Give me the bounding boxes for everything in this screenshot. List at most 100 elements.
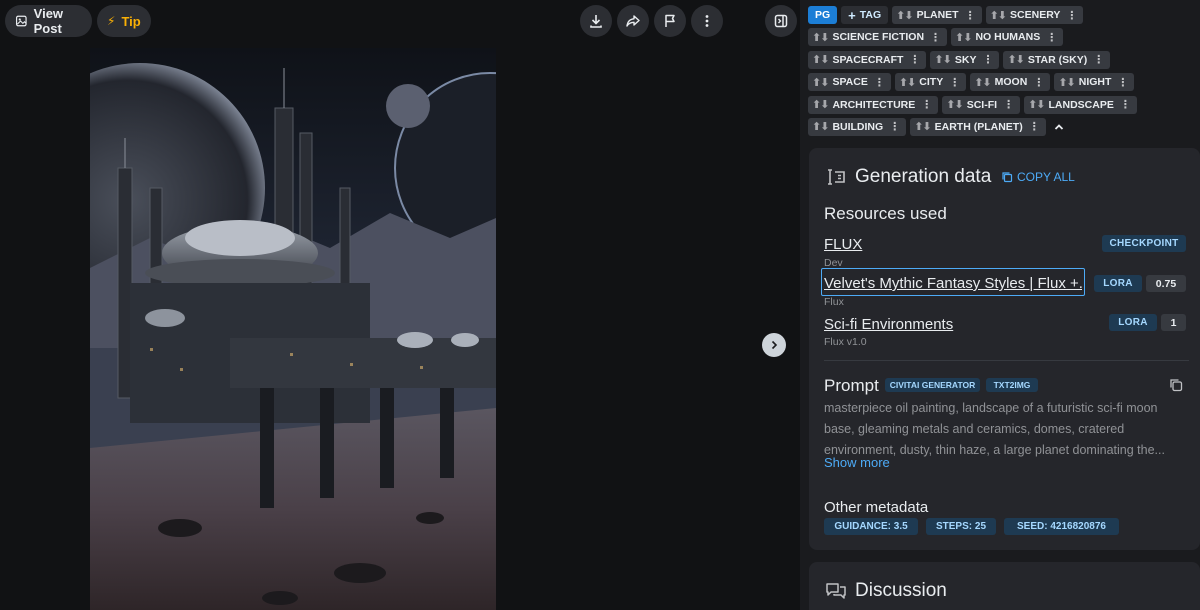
tag-label: SKY [954,53,977,66]
tag-label: EARTH (PLANET) [934,120,1023,133]
prompt-text: masterpiece oil painting, landscape of a… [824,401,1165,457]
vote-arrows-icon: ⬆⬇ [896,9,913,22]
tag-label: SCIENCE FICTION [832,31,925,44]
discussion-title: Discussion [855,580,947,601]
add-tag-button[interactable]: + TAG [841,6,889,24]
show-more-link[interactable]: Show more [824,455,890,470]
flag-button[interactable] [654,5,686,37]
copy-icon [1002,172,1013,183]
details-panel: PG + TAG ⬆⬇ PLANET ⋮ ⬆⬇ SCENERY ⋮ ⬆⬇ SCIENCE F… [808,0,1200,610]
resource-weight-badge: 0.75 [1146,275,1186,292]
vote-arrows-icon: ⬆⬇ [812,76,829,89]
tag-chip[interactable]: ⬆⬇ ARCHITECTURE ⋮ [808,95,939,114]
tag-menu-icon[interactable]: ⋮ [930,31,941,44]
seed-badge: SEED: 4216820876 [1004,518,1119,535]
tag-label: SCENERY [1010,9,1061,21]
tag-chip[interactable]: ⬆⬇ NO HUMANS ⋮ [951,28,1064,47]
vote-arrows-icon: ⬆⬇ [1058,76,1075,89]
tag-menu-icon[interactable]: ⋮ [1046,31,1057,44]
tag-chip[interactable]: ⬆⬇ SKY ⋮ [930,50,1000,69]
tag-menu-icon[interactable]: ⋮ [874,76,885,89]
generation-data-title: Generation data [855,166,992,187]
vote-arrows-icon: ⬆⬇ [1028,99,1045,112]
copy-prompt-button[interactable] [1169,378,1183,397]
prompt-title: Prompt [824,376,879,395]
tag-chip[interactable]: ⬆⬇ SCENERY ⋮ [985,6,1084,24]
vote-arrows-icon: ⬆⬇ [812,54,829,67]
tag-menu-icon[interactable]: ⋮ [1117,76,1128,89]
tag-chip[interactable]: ⬆⬇ BUILDING ⋮ [808,117,907,136]
next-image-button[interactable] [762,333,786,357]
section-divider [824,360,1189,361]
discussion-header: Discussion [825,580,947,602]
download-icon [590,15,602,28]
vote-arrows-icon: ⬆⬇ [812,31,829,44]
tag-label: CITY [919,76,944,89]
view-post-button[interactable]: View Post [5,5,92,37]
image-viewer: View Post ⚡ Tip [0,0,800,610]
flag-icon [665,14,675,27]
tag-chip[interactable]: ⬆⬇ MOON ⋮ [970,73,1051,92]
copy-all-label: COPY ALL [1017,170,1075,184]
tag-chip[interactable]: ⬆⬇ PLANET ⋮ [892,6,982,24]
resource-type-badge: LORA [1094,275,1142,292]
tag-label: NO HUMANS [975,31,1041,44]
resource-type-badge: LORA [1109,314,1157,331]
tag-menu-icon[interactable]: ⋮ [1003,98,1014,111]
tag-menu-icon[interactable]: ⋮ [982,53,993,66]
resource-link-flux[interactable]: FLUX [824,236,862,253]
more-icon [705,15,709,27]
vote-arrows-icon: ⬆⬇ [812,99,829,112]
bolt-icon: ⚡ [107,14,116,28]
tag-chip[interactable]: ⬆⬇ SPACECRAFT ⋮ [808,50,927,69]
collapse-tags-button[interactable] [1050,118,1068,136]
tag-label: STAR (SKY) [1027,53,1088,66]
tag-menu-icon[interactable]: ⋮ [921,98,932,111]
resource-link-scifi[interactable]: Sci-fi Environments [824,316,953,333]
generated-image [90,48,496,610]
tag-menu-icon[interactable]: ⋮ [1120,98,1131,111]
tag-menu-icon[interactable]: ⋮ [965,9,976,22]
tag-menu-icon[interactable]: ⋮ [1066,9,1077,22]
resource-type-badge: CHECKPOINT [1102,235,1186,252]
tag-chip[interactable]: ⬆⬇ LANDSCAPE ⋮ [1024,95,1137,114]
tag-chip[interactable]: ⬆⬇ CITY ⋮ [894,73,967,92]
chevron-right-icon [771,340,778,350]
chevron-up-icon [1054,124,1063,130]
tag-label: SPACECRAFT [832,53,904,66]
resource-version: Flux [824,296,844,308]
generation-icon [828,169,845,185]
rating-badge[interactable]: PG [808,6,838,24]
guidance-badge: GUIDANCE: 3.5 [824,518,918,535]
resource-link-velvet[interactable]: Velvet's Mythic Fantasy Styles | Flux +.… [824,275,1082,292]
vote-arrows-icon: ⬆⬇ [974,76,991,89]
tag-menu-icon[interactable]: ⋮ [909,53,920,66]
tag-chip[interactable]: ⬆⬇ SCI-FI ⋮ [942,95,1021,114]
tip-label: Tip [121,13,141,29]
tag-label: SCI-FI [966,98,998,111]
resource-weight-badge: 1 [1161,314,1186,331]
tag-menu-icon[interactable]: ⋮ [889,120,900,133]
resources-title: Resources used [824,204,947,223]
tag-menu-icon[interactable]: ⋮ [1033,76,1044,89]
tag-menu-icon[interactable]: ⋮ [1029,120,1040,133]
prompt-mode-badge: TXT2IMG [986,378,1038,392]
tag-chip[interactable]: ⬆⬇ EARTH (PLANET) ⋮ [910,117,1046,136]
copy-all-button[interactable]: COPY ALL [1001,170,1075,184]
tag-label: BUILDING [832,120,884,133]
vote-arrows-icon: ⬆⬇ [1007,54,1024,67]
download-button[interactable] [580,5,612,37]
tag-chip[interactable]: ⬆⬇ SCIENCE FICTION ⋮ [808,28,948,47]
tag-chip[interactable]: ⬆⬇ SPACE ⋮ [808,73,891,92]
toggle-panel-button[interactable] [765,5,797,37]
more-button[interactable] [691,5,723,37]
plus-icon: + [848,7,856,23]
tag-label: NIGHT [1078,76,1112,89]
share-button[interactable] [617,5,649,37]
tag-chip[interactable]: ⬆⬇ STAR (SKY) ⋮ [1003,50,1111,69]
tag-chip[interactable]: ⬆⬇ NIGHT ⋮ [1054,73,1135,92]
moon-base-artwork [90,48,496,610]
tag-menu-icon[interactable]: ⋮ [949,76,960,89]
tag-menu-icon[interactable]: ⋮ [1093,53,1104,66]
tip-button[interactable]: ⚡ Tip [97,5,151,37]
